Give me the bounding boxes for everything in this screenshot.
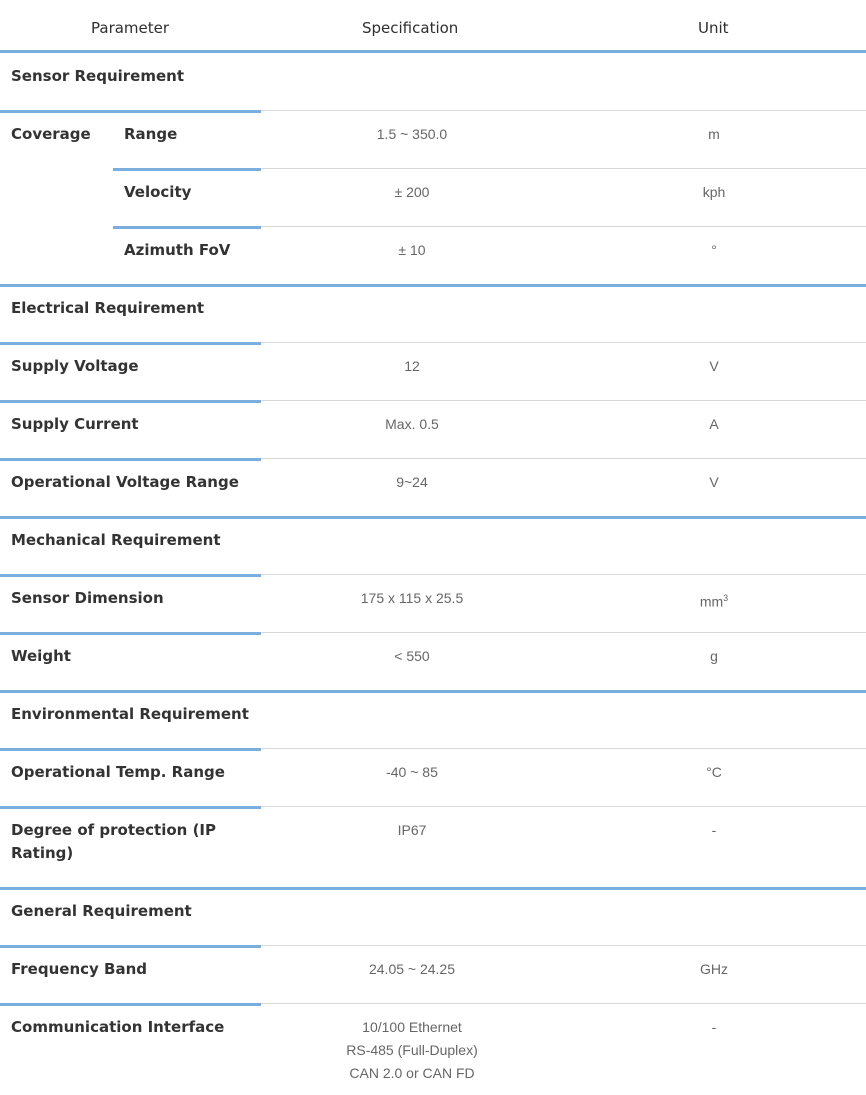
section-title-sensor: Sensor Requirement xyxy=(11,67,185,85)
range-label: Range xyxy=(124,125,178,143)
velocity-unit: kph xyxy=(702,184,726,200)
dimension-unit: mm3 xyxy=(564,587,864,614)
protection-label-line1: Degree of protection (IP xyxy=(11,821,217,839)
table-header: Parameter Specification Unit xyxy=(0,0,866,53)
op-voltage-label: Operational Voltage Range xyxy=(11,473,239,491)
section-divider xyxy=(0,284,866,287)
divider xyxy=(261,110,866,111)
dimension-spec: 175 x 115 x 25.5 xyxy=(360,590,464,606)
azimuth-spec: ± 10 xyxy=(398,242,426,258)
supply-current-spec: Max. 0.5 xyxy=(385,416,439,432)
header-unit: Unit xyxy=(698,19,729,37)
divider xyxy=(0,574,261,577)
divider xyxy=(261,400,866,401)
frequency-unit: GHz xyxy=(700,961,728,977)
section-divider xyxy=(0,516,866,519)
header-parameter: Parameter xyxy=(91,19,170,37)
divider xyxy=(0,400,261,403)
divider xyxy=(0,1003,261,1006)
supply-voltage-label: Supply Voltage xyxy=(11,357,139,375)
supply-voltage-unit: V xyxy=(709,358,719,374)
divider xyxy=(0,342,261,345)
divider xyxy=(261,458,866,459)
temp-spec: -40 ~ 85 xyxy=(386,764,438,780)
protection-label-line2: Rating) xyxy=(11,844,74,862)
comm-spec-line2: RS-485 (Full-Duplex) xyxy=(346,1042,478,1058)
section-divider xyxy=(0,887,866,890)
comm-spec-line1: 10/100 Ethernet xyxy=(362,1019,462,1035)
azimuth-unit: ° xyxy=(711,242,717,258)
range-unit: m xyxy=(708,126,720,142)
divider xyxy=(261,945,866,946)
protection-unit: - xyxy=(711,822,717,838)
comm-spec-line3: CAN 2.0 or CAN FD xyxy=(349,1065,475,1081)
supply-voltage-spec: 12 xyxy=(404,358,420,374)
divider xyxy=(113,226,261,229)
divider xyxy=(113,168,261,171)
comm-label: Communication Interface xyxy=(11,1018,225,1036)
divider xyxy=(261,342,866,343)
supply-current-label: Supply Current xyxy=(11,415,139,433)
temp-unit: °C xyxy=(706,764,722,780)
divider xyxy=(261,748,866,749)
dimension-unit-base: mm xyxy=(699,593,724,610)
divider xyxy=(0,748,261,751)
weight-label: Weight xyxy=(11,647,71,665)
section-divider xyxy=(0,690,866,693)
divider xyxy=(261,574,866,575)
divider xyxy=(0,458,261,461)
divider xyxy=(261,226,866,227)
section-title-general: General Requirement xyxy=(11,902,192,920)
velocity-spec: ± 200 xyxy=(394,184,430,200)
section-title-environmental: Environmental Requirement xyxy=(11,705,249,723)
divider xyxy=(0,945,261,948)
divider xyxy=(0,632,261,635)
divider xyxy=(0,110,261,113)
divider xyxy=(261,632,866,633)
header-specification: Specification xyxy=(362,19,459,37)
section-title-mechanical: Mechanical Requirement xyxy=(11,531,221,549)
supply-current-unit: A xyxy=(709,416,719,432)
range-spec: 1.5 ~ 350.0 xyxy=(376,126,448,142)
weight-unit: g xyxy=(710,648,718,664)
velocity-label: Velocity xyxy=(124,183,192,201)
frequency-spec: 24.05 ~ 24.25 xyxy=(368,961,456,977)
temp-label: Operational Temp. Range xyxy=(11,763,225,781)
comm-unit: - xyxy=(711,1019,717,1035)
op-voltage-unit: V xyxy=(709,474,719,490)
dimension-unit-exponent: 3 xyxy=(723,593,729,603)
frequency-label: Frequency Band xyxy=(11,960,147,978)
divider xyxy=(0,806,261,809)
op-voltage-spec: 9~24 xyxy=(396,474,428,490)
protection-spec: IP67 xyxy=(397,822,427,838)
weight-spec: < 550 xyxy=(394,648,430,664)
divider xyxy=(261,168,866,169)
section-title-electrical: Electrical Requirement xyxy=(11,299,205,317)
divider xyxy=(261,806,866,807)
azimuth-label: Azimuth FoV xyxy=(124,241,231,259)
coverage-label: Coverage xyxy=(11,125,91,143)
divider xyxy=(261,1003,866,1004)
dimension-label: Sensor Dimension xyxy=(11,589,164,607)
